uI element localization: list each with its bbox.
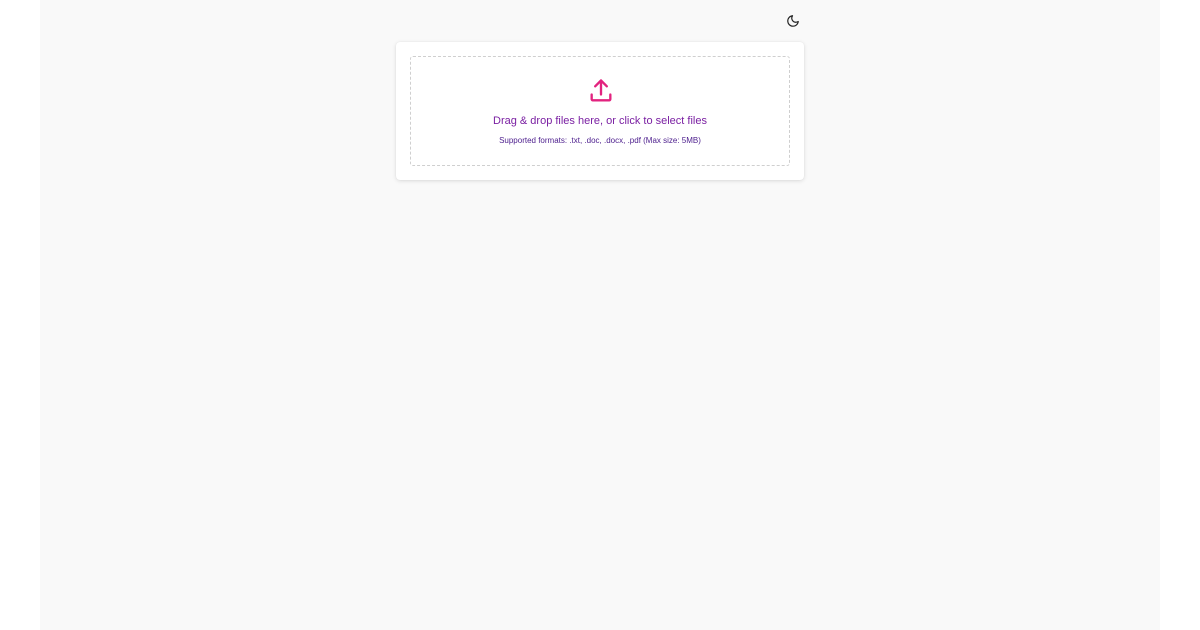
moon-icon: [786, 14, 800, 28]
upload-card: Drag & drop files here, or click to sele…: [396, 42, 804, 180]
dropzone-primary-text: Drag & drop files here, or click to sele…: [493, 115, 707, 127]
file-dropzone[interactable]: Drag & drop files here, or click to sele…: [410, 56, 790, 166]
dropzone-supported-formats: Supported formats: .txt, .doc, .docx, .p…: [499, 136, 701, 145]
theme-toggle-button[interactable]: [783, 11, 803, 31]
app-container: Drag & drop files here, or click to sele…: [40, 0, 1160, 630]
upload-icon: [587, 77, 615, 105]
